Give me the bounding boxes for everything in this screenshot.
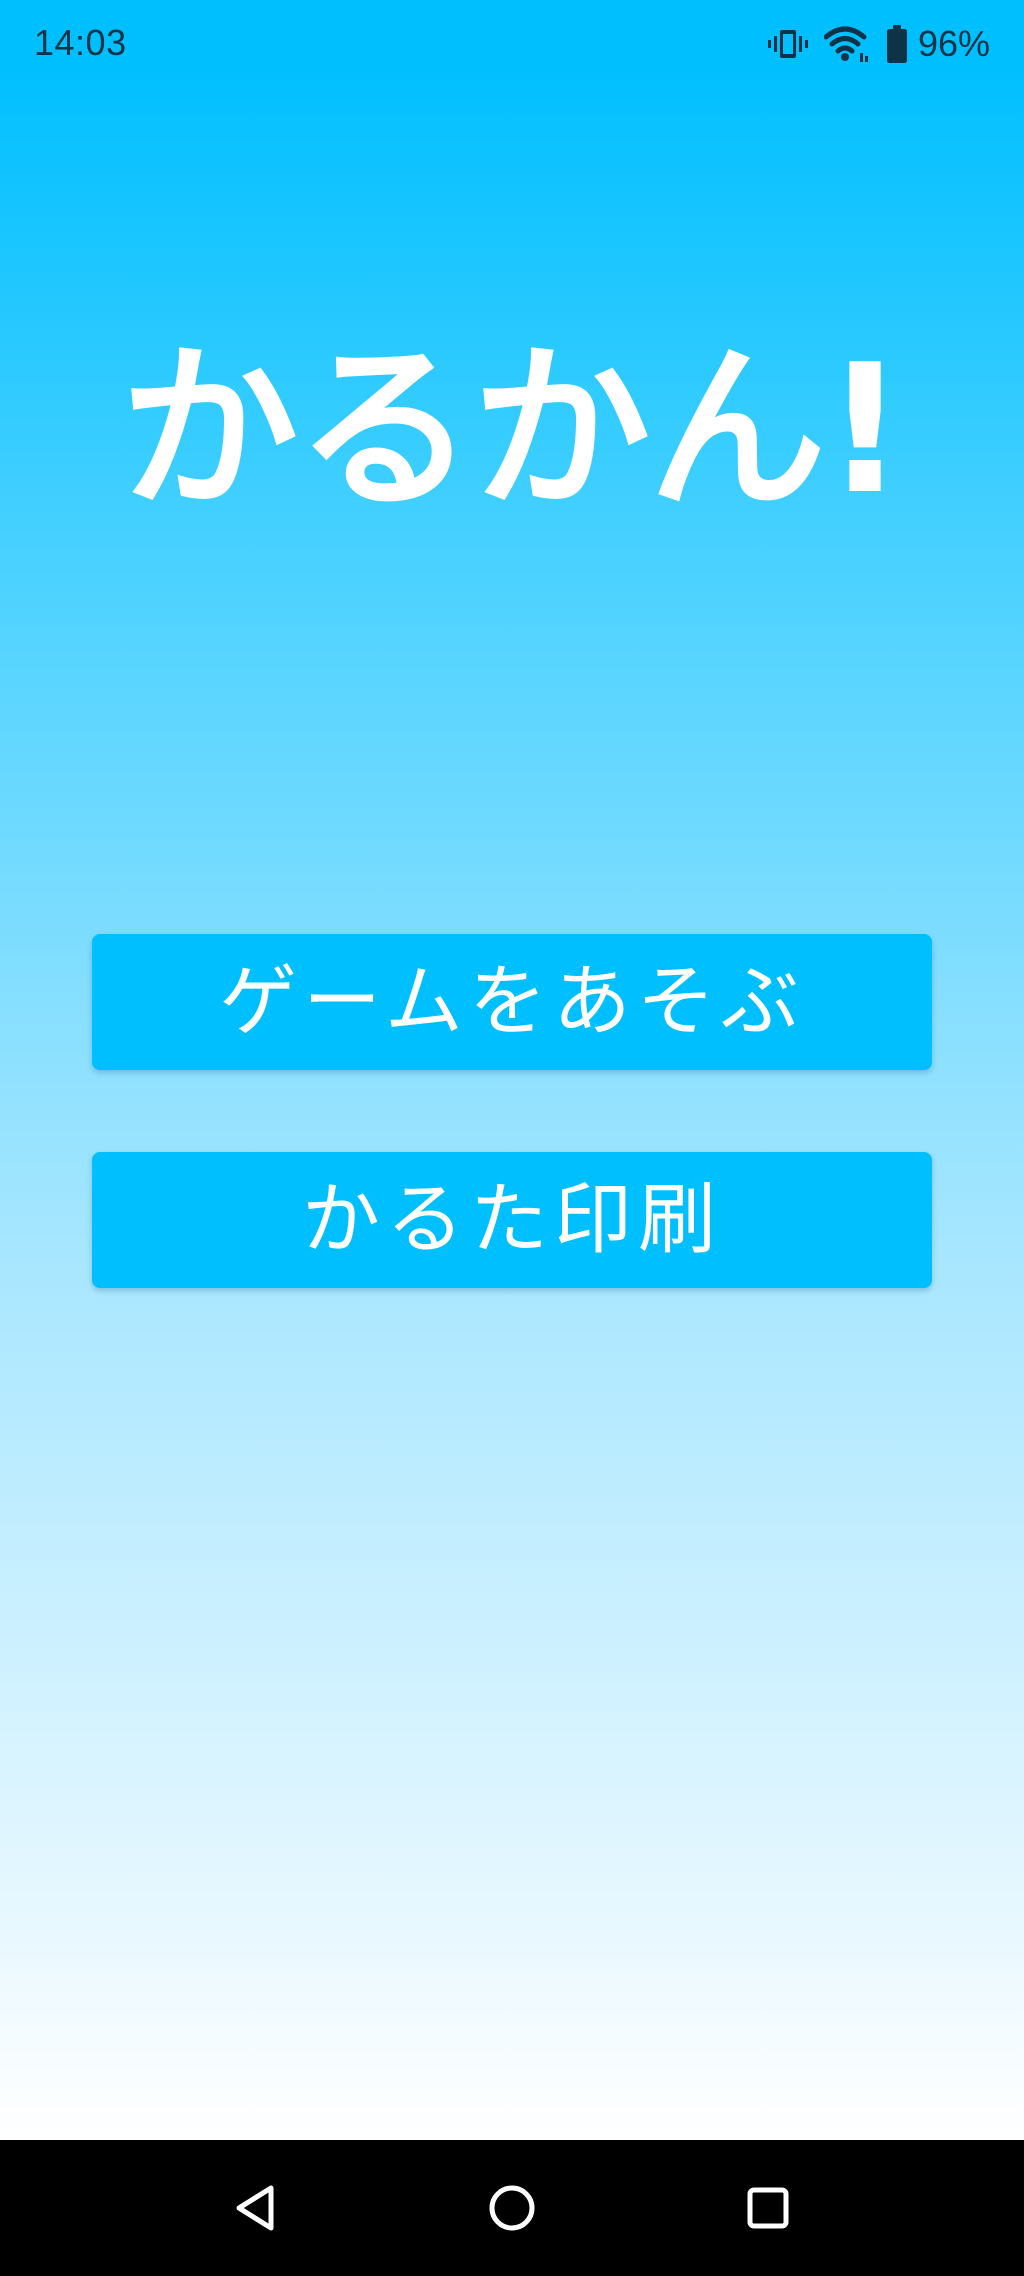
status-bar: 14:03 96% (0, 0, 1024, 90)
back-icon[interactable] (225, 2178, 285, 2238)
print-karuta-button[interactable]: かるた印刷 (92, 1152, 932, 1288)
play-game-button[interactable]: ゲームをあそぶ (92, 934, 932, 1070)
battery-icon (886, 25, 908, 63)
home-icon[interactable] (482, 2178, 542, 2238)
app-area: 14:03 96% かるかん! ゲームをあそぶ かるた印刷 (0, 0, 1024, 2140)
status-icons: 96% (767, 20, 990, 68)
battery-percent: 96% (917, 23, 990, 64)
vibrate-icon (767, 27, 808, 61)
wifi-icon (823, 25, 870, 63)
app-title: かるかん! (120, 326, 905, 533)
navigation-bar (0, 2140, 1024, 2276)
recents-icon[interactable] (738, 2178, 798, 2238)
status-time: 14:03 (34, 22, 127, 63)
screen: 14:03 96% かるかん! ゲームをあそぶ かるた印刷 (0, 0, 1024, 2276)
